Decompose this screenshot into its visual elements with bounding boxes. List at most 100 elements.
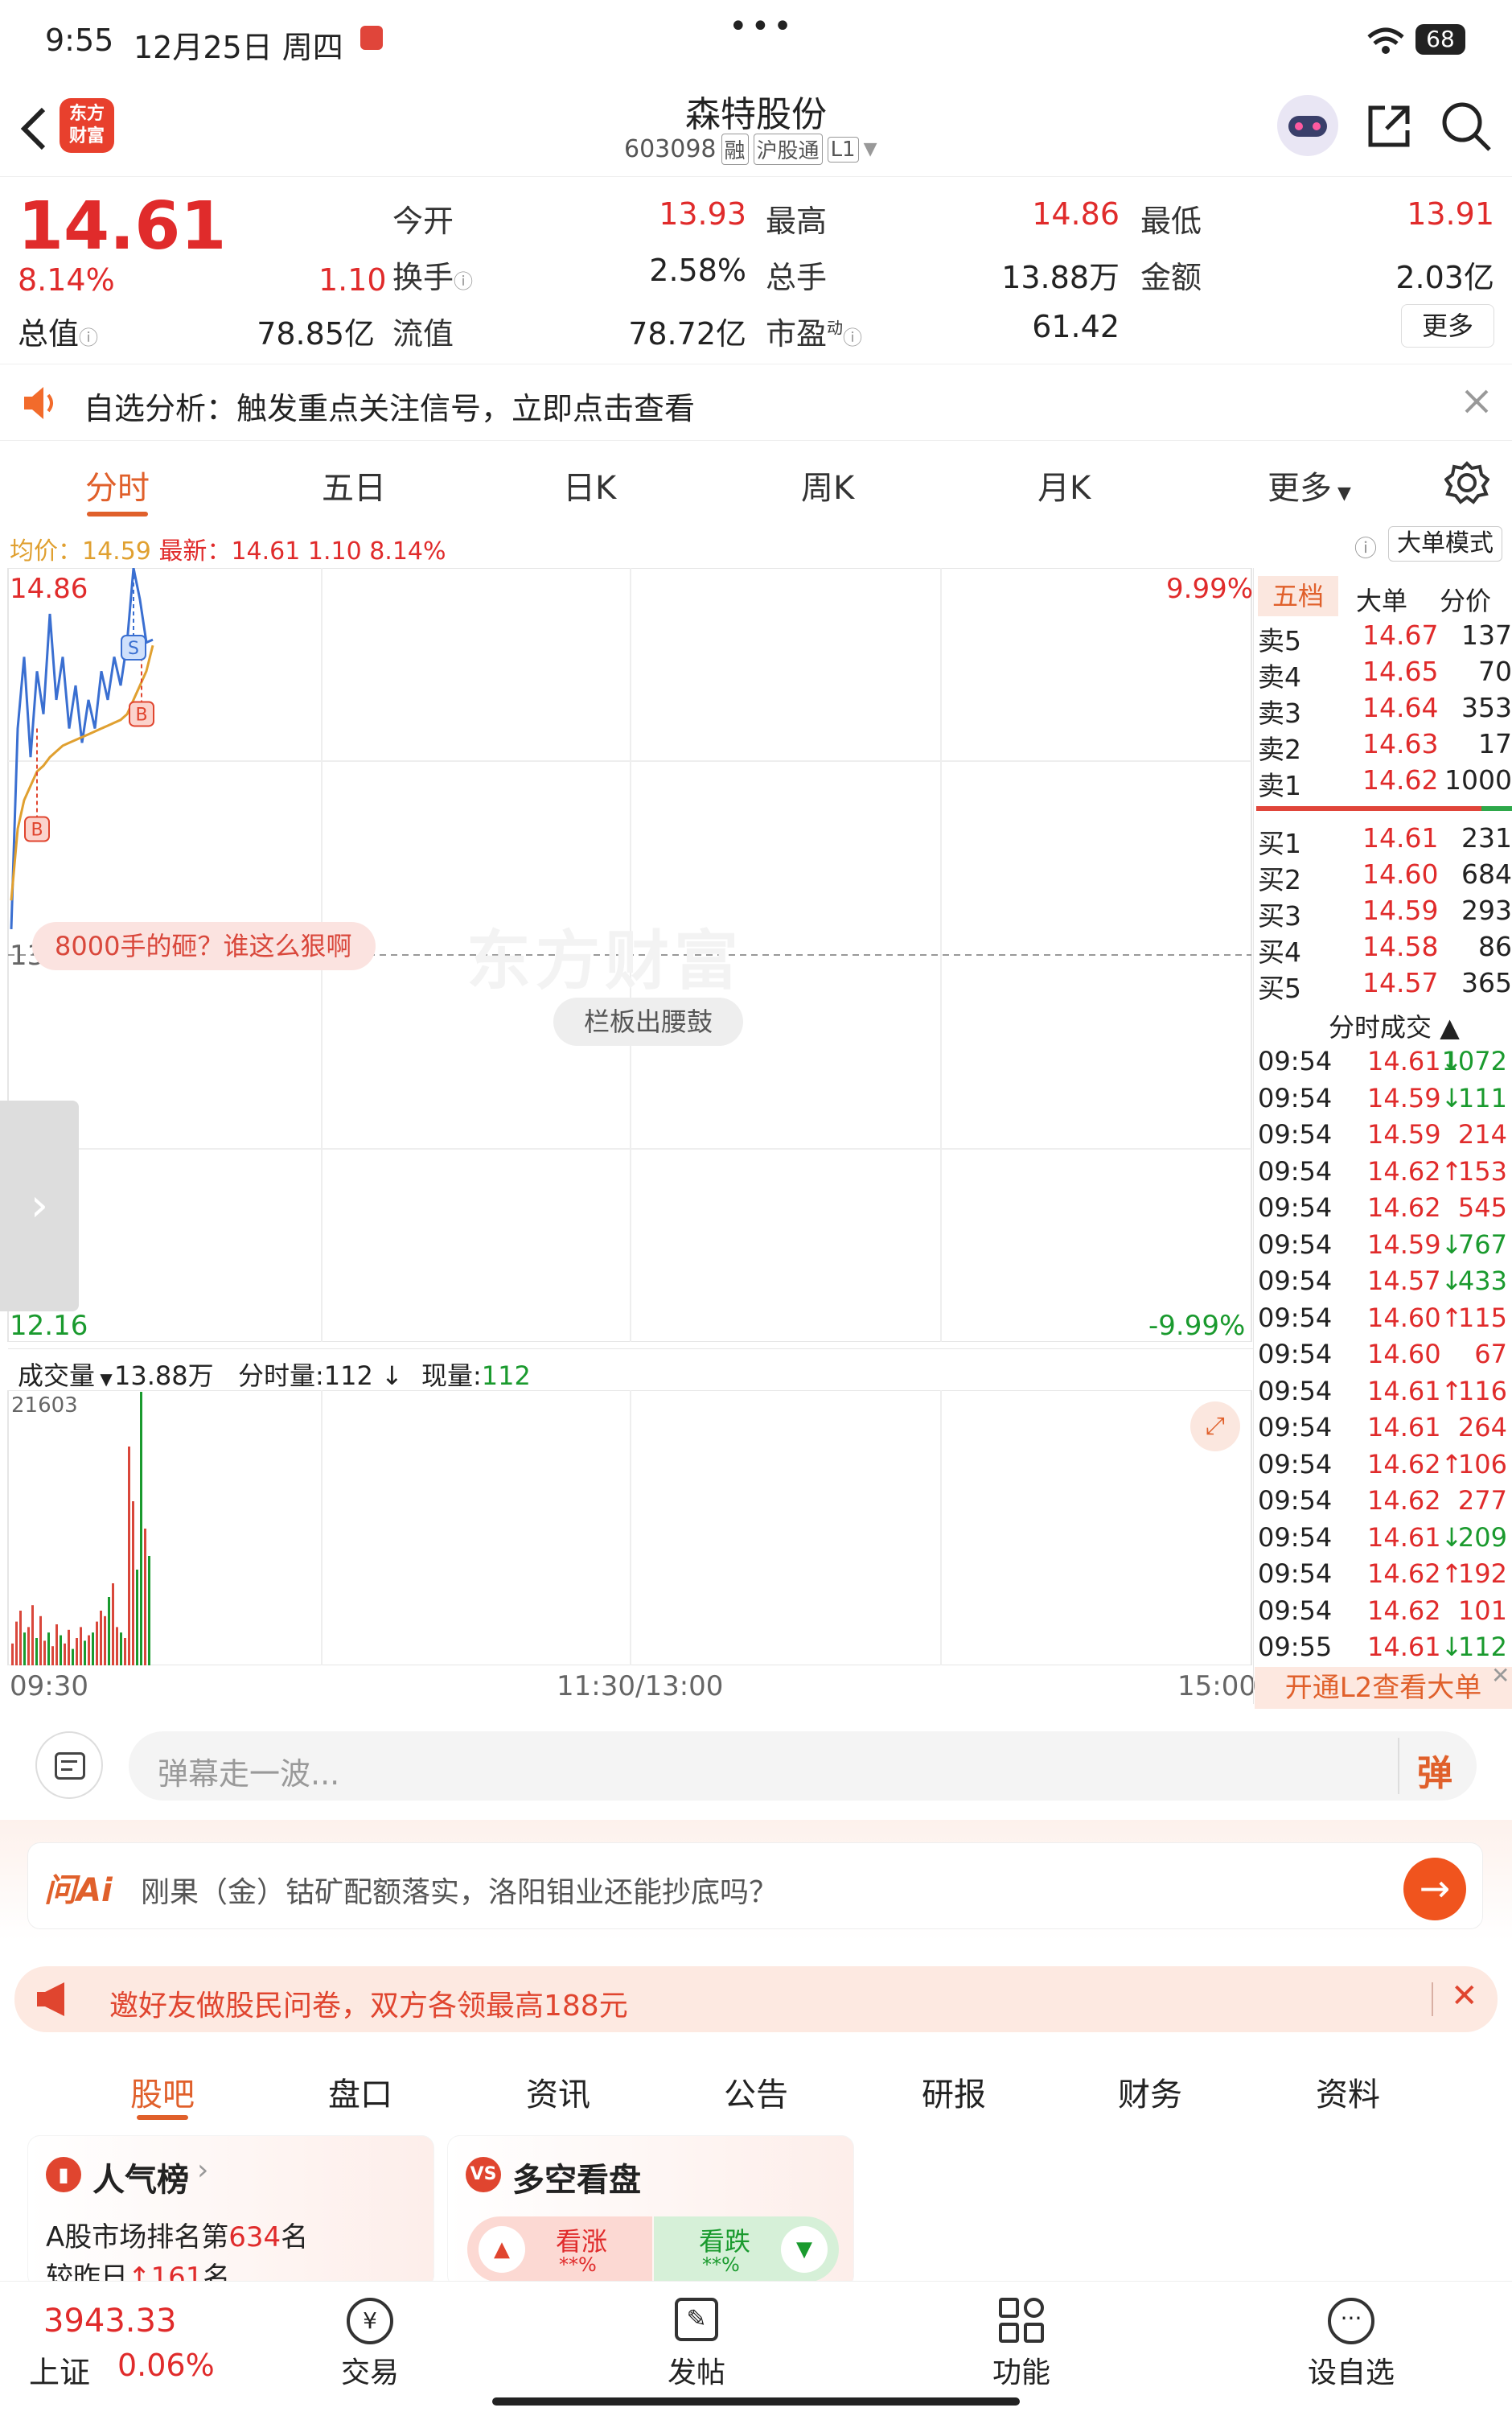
big-order-mode-button[interactable]: 大单模式 [1388,526,1502,562]
tab-news[interactable]: 资讯 [526,2068,590,2115]
volume-bar [108,1597,110,1665]
ob-tab-five[interactable]: 五档 [1258,576,1338,616]
wifi-icon [1367,27,1404,54]
more-dots-icon[interactable]: ••• [729,8,795,45]
turnover-value: 2.58% [649,253,746,288]
volume-bar [76,1638,78,1665]
edit-icon: ✎ [675,2298,718,2341]
trade-button[interactable]: ¥ 交易 [338,2298,402,2391]
tab-pankou[interactable]: 盘口 [328,2068,392,2115]
ob-tab-price[interactable]: 分价 [1440,581,1491,618]
close-icon[interactable]: ✕ [1451,1978,1478,2015]
notice-bar[interactable]: 自选分析：触发重点关注信号，立即点击查看 [0,364,1512,441]
y-top-label: 14.86 [10,573,88,605]
function-button[interactable]: 功能 [989,2298,1054,2391]
tab-underline [87,512,148,517]
index-value[interactable]: 3943.33 [43,2303,176,2340]
ob-divider [1256,806,1512,811]
volume-chart[interactable] [0,1390,1253,1665]
fullscreen-icon[interactable]: ⤢ [1190,1401,1240,1451]
promo-text: 邀好友做股民问卷，双方各领最高188元 [109,1990,628,2023]
tab-more[interactable]: 更多 ▼ [1268,462,1351,508]
tab-month-k[interactable]: 月K [1037,462,1091,508]
close-icon[interactable] [1464,389,1489,414]
volume-dropdown[interactable]: 成交量 ▼ [18,1356,113,1393]
tab-guba[interactable]: 股吧 [130,2068,195,2115]
danmu-banner[interactable]: 8000手的砸？谁这么狠啊 [32,922,376,970]
tab-intraday[interactable]: 分时 [85,462,150,508]
danmu-send-button[interactable]: 弹 [1417,1744,1452,1796]
robot-avatar-icon[interactable] [1277,95,1338,156]
chevron-down-icon[interactable]: ▼ [864,139,877,159]
tab-day-k[interactable]: 日K [563,462,616,508]
chg-value: 1.10 [307,537,362,566]
long-short-card[interactable]: VS 多空看盘 ▲ 看涨 **% 看跌 **% ▼ [447,2135,854,2288]
chart-bars-icon: ▮ [46,2157,81,2192]
help-icon[interactable]: ⓘ [1354,531,1377,563]
volume-bar [120,1632,122,1665]
ask-row[interactable]: 卖1 14.62 1000 [1258,764,1512,801]
trade-row: 09:54 14.62 545 [1258,1192,1507,1223]
info-icon[interactable]: ⓘ [79,327,98,349]
bid-row[interactable]: 买2 14.60 684 [1258,858,1512,895]
trade-row: 09:54 14.62↑ 192 [1258,1558,1507,1589]
gear-icon[interactable] [1444,460,1489,505]
post-button[interactable]: ✎ 发帖 [664,2298,729,2391]
tab-five-day[interactable]: 五日 [322,462,386,508]
stock-code: 603098 [624,135,717,163]
yen-icon: ¥ [347,2298,393,2344]
tab-finance[interactable]: 财务 [1118,2068,1182,2115]
stock-code-row: 603098 融 沪股通 L1 ▼ [624,134,877,165]
arrow-right-icon[interactable]: → [1403,1858,1466,1920]
high-label: 最高 [766,204,828,239]
promo-banner[interactable]: 邀好友做股民问卷，双方各领最高188元 ✕ [14,1966,1498,2032]
ask-row[interactable]: 卖4 14.65 70 [1258,656,1512,693]
close-icon[interactable]: ✕ [1491,1662,1510,1689]
x-label-mid: 11:30/13:00 [557,1670,724,1702]
index-name[interactable]: 上证 [29,2348,90,2392]
info-icon[interactable]: ⓘ [454,270,473,293]
more-button[interactable]: 更多 [1401,304,1494,348]
search-icon[interactable] [1440,100,1493,153]
chevron-right-icon[interactable]: › [197,2154,208,2187]
avg-price-line [10,644,154,901]
volume-bar [116,1627,118,1665]
ai-card[interactable]: 问Ai 刚果（金）钴矿配额落实，洛阳钼业还能抄底吗？ → [27,1842,1483,1929]
open-l2-button[interactable]: 开通L2查看大单 [1255,1667,1512,1709]
index-pct[interactable]: 0.06% [117,2348,215,2383]
info-icon[interactable]: ⓘ [843,327,862,349]
amount-value: 2.03亿 [1395,260,1494,295]
triangle-up-icon: ▲ [479,2226,525,2273]
ask-row[interactable]: 卖3 14.64 353 [1258,692,1512,729]
chip-button[interactable]: 栏板出腰鼓 [553,998,743,1046]
vote-down-button[interactable]: 看跌 **% ▼ [654,2216,839,2282]
tab-research[interactable]: 研报 [922,2068,986,2115]
ob-tab-big[interactable]: 大单 [1356,581,1407,618]
bid-row[interactable]: 买1 14.61 231 [1258,822,1512,859]
ask-row[interactable]: 卖5 14.67 137 [1258,619,1512,656]
trades-title[interactable]: 分时成交 ▲ [1329,1007,1460,1044]
trade-marker-label: S [128,639,139,659]
tab-profile[interactable]: 资料 [1316,2068,1380,2115]
hot-rank-card[interactable]: ▮ 人气榜 › A股市场排名第634名 较昨日↑161名 [27,2135,434,2288]
more-circle-icon: ··· [1328,2298,1374,2344]
bid-row[interactable]: 买3 14.59 293 [1258,895,1512,932]
share-icon[interactable] [1364,101,1414,151]
bid-row[interactable]: 买4 14.58 86 [1258,931,1512,968]
tag-l1: L1 [827,136,859,163]
expand-side-panel-icon[interactable]: › [0,1101,79,1311]
pct-top-label: 9.99% [1166,573,1254,605]
add-watchlist-button[interactable]: ··· 设自选 [1303,2298,1399,2391]
trade-row: 09:54 14.62 101 [1258,1595,1507,1626]
speaker-icon [24,387,53,419]
pe-label: 市盈动ⓘ [766,316,863,352]
amount-label: 金额 [1140,260,1202,295]
top-nav: 东方 财富 森特股份 603098 融 沪股通 L1 ▼ [0,80,1512,177]
danmu-list-icon[interactable] [35,1731,103,1799]
ask-row[interactable]: 卖2 14.63 17 [1258,728,1512,765]
tab-notice[interactable]: 公告 [724,2068,788,2115]
tab-week-k[interactable]: 周K [801,462,854,508]
vote-up-button[interactable]: ▲ 看涨 **% [467,2216,652,2282]
danmu-input[interactable]: 弹幕走一波... 弹 [129,1731,1477,1801]
bid-row[interactable]: 买5 14.57 365 [1258,967,1512,1004]
